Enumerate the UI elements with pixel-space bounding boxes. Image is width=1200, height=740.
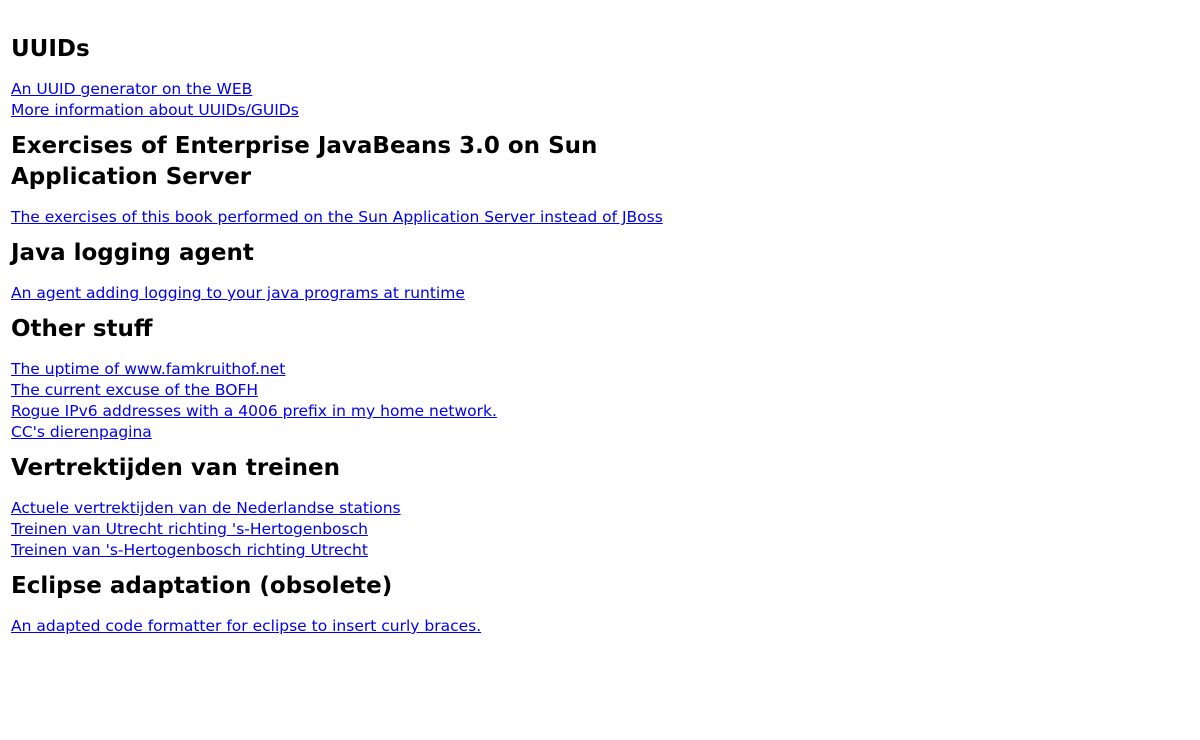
section-heading-other-stuff: Other stuff	[11, 316, 153, 342]
link-list-eclipse: An adapted code formatter for eclipse to…	[11, 616, 711, 637]
link-actuele-vertrektijden[interactable]: Actuele vertrektijden van de Nederlandse…	[11, 498, 401, 519]
link-bofh-excuse[interactable]: The current excuse of the BOFH	[11, 380, 258, 401]
link-list-vertrektijden: Actuele vertrektijden van de Nederlandse…	[11, 498, 711, 561]
section-other-stuff: Other stuff The uptime of www.famkruitho…	[11, 314, 711, 443]
section-ejb-exercises: Exercises of Enterprise JavaBeans 3.0 on…	[11, 131, 711, 228]
link-utrecht-den-bosch[interactable]: Treinen van Utrecht richting 's-Hertogen…	[11, 519, 368, 540]
link-eclipse-formatter[interactable]: An adapted code formatter for eclipse to…	[11, 616, 481, 637]
section-uuids: UUIDs An UUID generator on the WEB More …	[11, 8, 711, 121]
link-uuid-generator[interactable]: An UUID generator on the WEB	[11, 79, 252, 100]
section-heading-ejb-exercises: Exercises of Enterprise JavaBeans 3.0 on…	[11, 133, 598, 190]
page-content: UUIDs An UUID generator on the WEB More …	[0, 0, 711, 637]
link-dierenpagina[interactable]: CC's dierenpagina	[11, 422, 152, 443]
link-list-uuids: An UUID generator on the WEB More inform…	[11, 79, 711, 121]
link-rogue-ipv6[interactable]: Rogue IPv6 addresses with a 4006 prefix …	[11, 401, 497, 422]
link-list-java-logging: An agent adding logging to your java pro…	[11, 283, 711, 304]
section-vertrektijden: Vertrektijden van treinen Actuele vertre…	[11, 453, 711, 561]
link-uptime[interactable]: The uptime of www.famkruithof.net	[11, 359, 285, 380]
section-heading-uuids: UUIDs	[11, 36, 90, 62]
link-logging-agent[interactable]: An agent adding logging to your java pro…	[11, 283, 465, 304]
section-eclipse: Eclipse adaptation (obsolete) An adapted…	[11, 571, 711, 637]
section-java-logging: Java logging agent An agent adding loggi…	[11, 238, 711, 304]
link-list-ejb-exercises: The exercises of this book performed on …	[11, 207, 711, 228]
section-heading-java-logging: Java logging agent	[11, 240, 254, 266]
link-uuid-info[interactable]: More information about UUIDs/GUIDs	[11, 100, 299, 121]
section-heading-vertrektijden: Vertrektijden van treinen	[11, 455, 340, 481]
link-ejb-exercises[interactable]: The exercises of this book performed on …	[11, 207, 663, 228]
section-heading-eclipse: Eclipse adaptation (obsolete)	[11, 573, 393, 599]
link-list-other-stuff: The uptime of www.famkruithof.net The cu…	[11, 359, 711, 443]
link-den-bosch-utrecht[interactable]: Treinen van 's-Hertogenbosch richting Ut…	[11, 540, 368, 561]
